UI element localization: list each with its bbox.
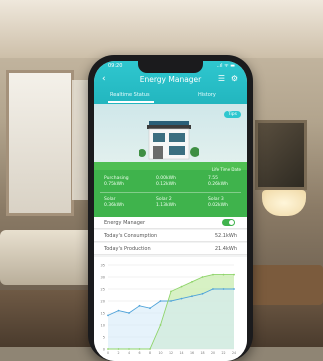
tab-realtime-status[interactable]: Realtime Status bbox=[110, 92, 150, 98]
production-label: Today's Production bbox=[104, 246, 151, 252]
series-2-point bbox=[117, 348, 120, 350]
y-tick-label: 10 bbox=[101, 324, 105, 328]
series-2-point bbox=[159, 324, 162, 326]
lamp bbox=[262, 190, 306, 216]
y-tick-label: 20 bbox=[101, 300, 105, 304]
consumption-label: Today's Consumption bbox=[104, 233, 158, 239]
consumption-value: 52.1kWh bbox=[214, 233, 237, 239]
stat-solar: Solar 0.36kWh bbox=[104, 197, 124, 208]
energy-line-chart: 051015202530350 2 4 6 8 10 12 14 16 18 20 22 24 bbox=[101, 264, 237, 356]
series-1-point bbox=[170, 300, 172, 302]
stat-grid: 0.00kWh 0.12kWh bbox=[156, 176, 176, 187]
x-tick-label: 0 bbox=[107, 351, 109, 355]
tips-badge[interactable]: Tips bbox=[223, 111, 241, 118]
production-value: 21.4kWh bbox=[214, 246, 237, 252]
wall-picture bbox=[255, 120, 307, 190]
series-1-point bbox=[233, 288, 235, 290]
series-2-point bbox=[212, 273, 214, 276]
series-2-point bbox=[128, 348, 130, 350]
house-illustration bbox=[139, 121, 199, 160]
energy-manager-label: Energy Manager bbox=[104, 220, 146, 226]
energy-manager-toggle[interactable] bbox=[222, 219, 235, 226]
series-2-point bbox=[233, 273, 235, 276]
energy-manager-row[interactable]: Energy Manager bbox=[94, 217, 247, 229]
series-1-point bbox=[201, 292, 204, 295]
series-1-point bbox=[159, 300, 162, 302]
series-2-point bbox=[138, 348, 141, 350]
x-tick-label: 24 bbox=[232, 351, 236, 355]
x-tick-label: 16 bbox=[190, 351, 194, 355]
production-row: Today's Production 21.4kWh bbox=[94, 243, 247, 255]
series-2-point bbox=[149, 348, 151, 350]
menu-icon[interactable]: ☰ bbox=[218, 74, 225, 83]
y-tick-label: 5 bbox=[103, 336, 105, 340]
status-icons: ..ıl ᯤ ▬ bbox=[216, 63, 235, 69]
energy-stats-panel: Life Time Date Purchasing 0.75kWh 0.00kW… bbox=[94, 167, 247, 217]
lifetime-note: Life Time Date bbox=[211, 167, 241, 172]
series-1-point bbox=[180, 297, 183, 300]
series-1-point bbox=[128, 312, 130, 314]
x-tick-label: 4 bbox=[128, 351, 130, 355]
series-1-point bbox=[107, 314, 109, 317]
y-tick-label: 15 bbox=[101, 312, 105, 316]
series-2-point bbox=[201, 276, 204, 278]
series-1-point bbox=[117, 309, 120, 312]
sofa bbox=[0, 230, 100, 285]
active-tab-indicator bbox=[108, 101, 154, 103]
y-tick-label: 0 bbox=[103, 348, 105, 352]
x-tick-label: 12 bbox=[169, 351, 173, 355]
stat-purchasing: Purchasing 0.75kWh bbox=[104, 176, 129, 187]
y-tick-label: 35 bbox=[101, 264, 105, 268]
x-tick-label: 20 bbox=[211, 351, 215, 355]
series-1-point bbox=[149, 307, 151, 310]
stat-solar-3: Solar 3 0.02kWh bbox=[208, 197, 228, 208]
x-tick-label: 2 bbox=[117, 351, 119, 355]
x-tick-label: 8 bbox=[149, 351, 151, 355]
x-tick-label: 18 bbox=[200, 351, 204, 355]
phone-device: 09:20 ..ıl ᯤ ▬ ‹ Energy Manager ☰ ⚙ Real… bbox=[88, 55, 253, 361]
series-2-point bbox=[170, 290, 172, 293]
stats-divider bbox=[100, 192, 241, 193]
ceiling bbox=[0, 0, 323, 58]
phone-notch bbox=[138, 61, 203, 73]
y-tick-label: 25 bbox=[101, 288, 105, 292]
series-2-point bbox=[222, 273, 225, 276]
gear-icon[interactable]: ⚙ bbox=[231, 74, 238, 83]
series-2-point bbox=[191, 280, 193, 283]
stat-total: 7.55 0.26kWh bbox=[208, 176, 228, 187]
consumption-row: Today's Consumption 52.1kWh bbox=[94, 230, 247, 242]
series-1-point bbox=[138, 304, 141, 307]
phone-screen: 09:20 ..ıl ᯤ ▬ ‹ Energy Manager ☰ ⚙ Real… bbox=[94, 61, 247, 361]
y-tick-label: 30 bbox=[101, 276, 105, 280]
status-time: 09:20 bbox=[108, 63, 123, 69]
x-tick-label: 14 bbox=[179, 351, 183, 355]
series-1-point bbox=[191, 295, 193, 298]
window bbox=[6, 70, 74, 216]
x-tick-label: 22 bbox=[221, 351, 225, 355]
series-1-point bbox=[222, 288, 225, 290]
x-tick-label: 10 bbox=[158, 351, 162, 355]
energy-chart: 0 5 10 15 20 25 30 35 0 2 4 6 8 10 12 14 16 18 20 22 24 bbox=[94, 257, 247, 361]
stat-solar-2: Solar 2 1.13kWh bbox=[156, 197, 176, 208]
series-2-point bbox=[107, 348, 109, 350]
series-2-point bbox=[180, 285, 183, 288]
x-tick-label: 6 bbox=[138, 351, 140, 355]
tab-history[interactable]: History bbox=[198, 92, 216, 98]
series-1-point bbox=[212, 288, 214, 290]
